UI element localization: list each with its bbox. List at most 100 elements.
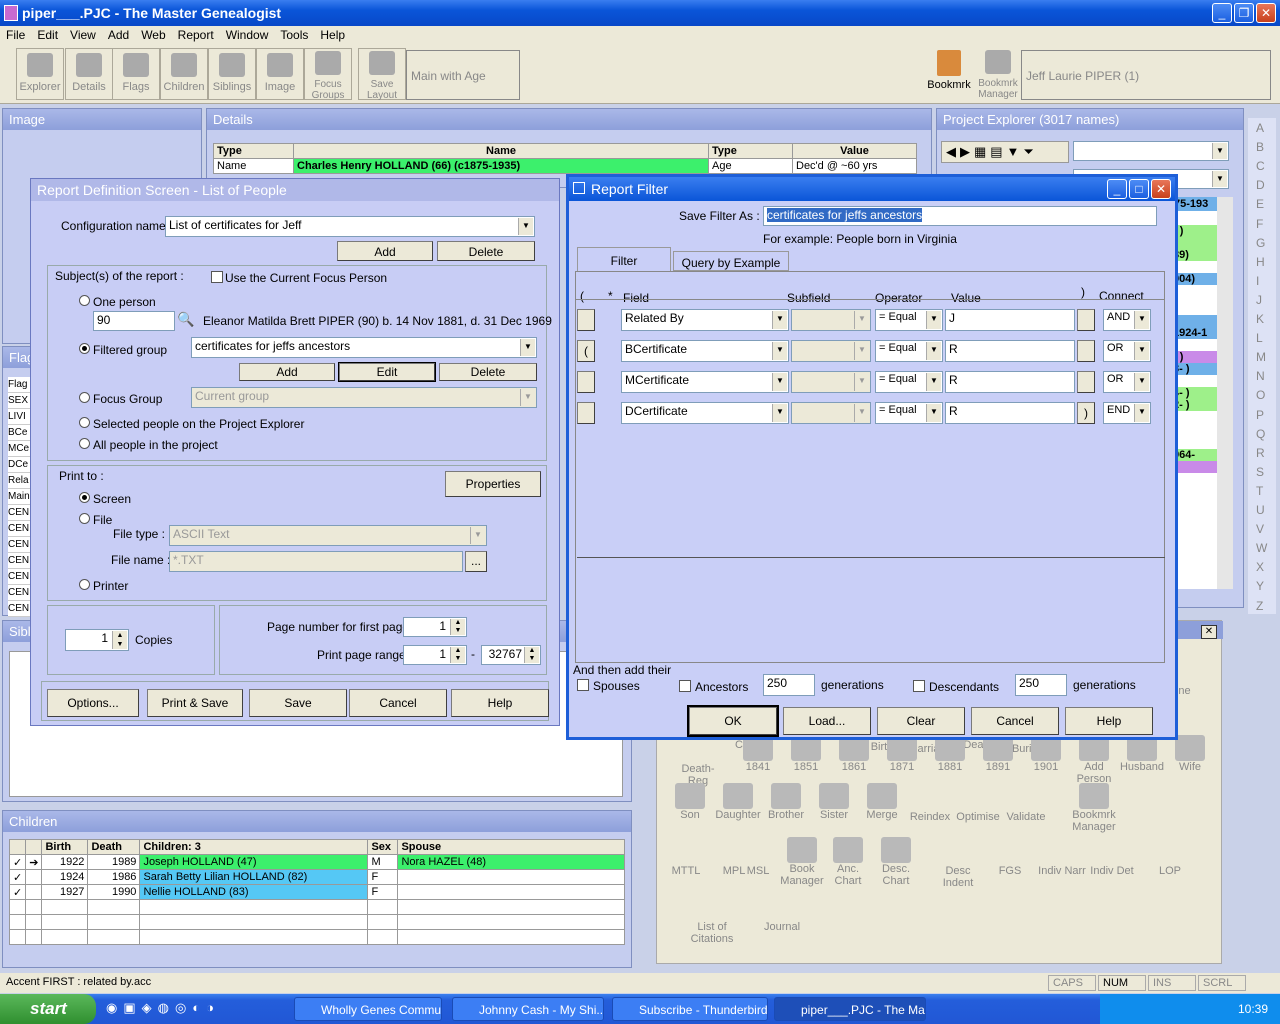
field-combo[interactable]: BCertificate ▼ [621,340,789,362]
copies-stepper[interactable]: 1 ▲ ▼ [65,629,129,651]
explorer-item[interactable]: 3- ) [1173,363,1217,375]
image-button[interactable]: Image [256,48,304,100]
table-row[interactable]: ✓ 1924 1986 Sarah Betty Lilian HOLLAND (8… [8,869,625,885]
properties-button[interactable]: Properties [445,471,541,497]
menu-add[interactable]: Add [102,26,135,44]
children-button[interactable]: Children [160,48,208,100]
options-button[interactable]: Options... [47,689,139,717]
menu-tools[interactable]: Tools [274,26,314,44]
filter-maximize-button[interactable]: □ [1129,179,1149,199]
explorer-item[interactable]: ) [1173,237,1217,249]
cc-button[interactable]: 1891 [973,735,1023,773]
menu-web[interactable]: Web [135,26,171,44]
value-input[interactable]: J [945,309,1075,331]
tab-query-by-example[interactable]: Query by Example [673,251,789,271]
config-name-combo[interactable]: List of certificates for Jeff ▼ [165,216,535,237]
alphabet-letter[interactable]: A [1256,121,1264,135]
cc-button[interactable]: MTTL [661,865,711,877]
open-paren-button[interactable] [577,309,595,331]
task-thunderbird[interactable]: Subscribe - Thunderbird [612,997,768,1021]
cc-button[interactable]: 1841 [733,735,783,773]
cc-button[interactable]: Desc Indent [933,865,983,889]
alphabet-letter[interactable]: U [1256,503,1265,517]
explorer-search-combo[interactable]: ▼ [1073,141,1229,161]
explorer-item[interactable]: 75-193 [1173,197,1217,211]
file-radio[interactable] [79,513,90,524]
alphabet-letter[interactable]: N [1256,369,1265,383]
config-add-button[interactable]: Add [337,241,433,261]
print-save-button[interactable]: Print & Save [147,689,243,717]
cc-button[interactable]: 1881 [925,735,975,773]
flag-item[interactable]: CEN [8,553,32,569]
close-button[interactable]: ✕ [1256,3,1276,23]
child-spouse[interactable] [397,884,625,900]
filtered-group-radio[interactable] [79,343,90,354]
menu-view[interactable]: View [64,26,102,44]
filter-close-button[interactable]: ✕ [1151,179,1171,199]
child-spouse[interactable] [397,869,625,885]
help-button[interactable]: Help [451,689,549,717]
focus-groups-button[interactable]: Focus Groups [304,48,352,101]
spinner-icon[interactable]: ▲ ▼ [524,647,539,663]
filter-help-button[interactable]: Help [1065,707,1153,735]
cc-button[interactable]: FGS [985,865,1035,877]
siblings-button[interactable]: Siblings [208,48,256,100]
bookmrk-manager-button[interactable]: Bookmrk Manager [974,48,1022,100]
connect-combo[interactable]: END ▼ [1103,402,1151,424]
task-master-genealogist[interactable]: piper___.PJC - The Ma... [774,997,926,1021]
subfield-combo[interactable]: ▼ [791,371,871,393]
explorer-item[interactable]: ) [1173,315,1217,327]
spinner-icon[interactable]: ▲ ▼ [450,647,465,663]
alphabet-letter[interactable]: S [1256,465,1264,479]
flag-item[interactable]: CEN [8,537,32,553]
flags-button[interactable]: Flags [112,48,160,100]
explorer-nav-toolbar[interactable]: ◀▶▦▤▼⏷ [941,141,1069,163]
flags-list[interactable]: Flag SEX LIVI BCe MCe DCe Rela Main CEN CEN CEN CEN… [8,377,32,617]
descendants-generations-input[interactable]: 250 [1015,674,1067,696]
minimize-button[interactable]: _ [1212,3,1232,23]
flag-item[interactable]: SEX [8,393,32,409]
flag-item[interactable]: CEN [8,569,32,585]
menu-window[interactable]: Window [220,26,275,44]
cc-button[interactable]: Son [665,783,715,821]
value-input[interactable]: R [945,340,1075,362]
explorer-button[interactable]: Explorer [16,48,64,100]
binoculars-icon[interactable]: 🔍 [177,311,197,331]
connect-combo[interactable]: OR ▼ [1103,371,1151,393]
alphabet-letter[interactable]: G [1256,236,1265,250]
spinner-icon[interactable]: ▲ ▼ [112,631,127,649]
focus-group-combo[interactable]: Current group ▼ [191,387,537,408]
cc-button[interactable]: Brother [761,783,811,821]
explorer-item[interactable]: 4- ) [1173,387,1217,399]
cc-button[interactable]: Husband [1117,735,1167,773]
cc-button[interactable]: 1901 [1021,735,1071,773]
all-people-radio[interactable] [79,438,90,449]
selected-people-radio[interactable] [79,417,90,428]
cc-button[interactable]: Optimise [953,811,1003,823]
ancestors-checkbox[interactable] [679,680,691,692]
flag-item[interactable]: CEN [8,601,32,617]
menu-edit[interactable]: Edit [31,26,64,44]
connect-combo[interactable]: AND ▼ [1103,309,1151,331]
save-filter-input[interactable]: certificates for jeffs ancestors [763,206,1157,226]
focus-group-radio[interactable] [79,392,90,403]
close-paren-button[interactable] [1077,340,1095,362]
cc-button[interactable]: Validate [1001,811,1051,823]
explorer-item[interactable]: ) [1173,461,1217,473]
alphabet-letter[interactable]: I [1256,274,1259,288]
alphabet-letter[interactable]: X [1256,560,1264,574]
table-row[interactable]: ✓ 1927 1990 Nellie HOLLAND (83) F [8,884,625,900]
printer-radio[interactable] [79,579,90,590]
spinner-icon[interactable]: ▲ ▼ [450,619,465,635]
cc-button[interactable]: 1851 [781,735,831,773]
quick-launch[interactable]: ◉▣◈◍◎◐◑ [106,1000,266,1018]
connect-combo[interactable]: OR ▼ [1103,340,1151,362]
details-button[interactable]: Details [65,48,113,100]
close-paren-button[interactable] [1077,371,1095,393]
file-type-combo[interactable]: ASCII Text ▼ [169,525,487,546]
menu-file[interactable]: File [0,26,31,44]
menu-report[interactable]: Report [172,26,220,44]
value-input[interactable]: R [945,371,1075,393]
table-row[interactable]: ✓ ➔ 1922 1989 Joseph HOLLAND (47) M Nora HA… [8,854,625,870]
control-center-close-icon[interactable]: ✕ [1201,625,1217,639]
